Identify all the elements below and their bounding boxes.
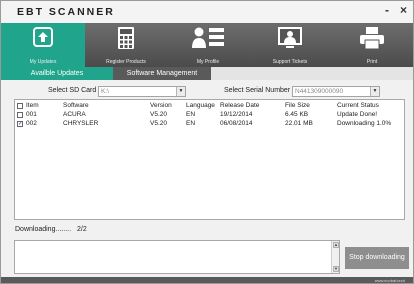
cell-status: Update Done! [337,111,378,118]
log-scrollbar[interactable]: ▲ ▼ [331,241,339,273]
sd-card-select[interactable]: K:\ ▼ [98,86,186,97]
col-language[interactable]: Language [186,102,215,110]
upload-box-icon [33,27,53,47]
cell-software: ACURA [63,111,86,118]
col-software[interactable]: Software [63,102,89,110]
col-item[interactable]: Item [26,102,39,110]
app-title: EBT SCANNER [17,6,115,18]
title-bar: EBT SCANNER - × [1,1,413,23]
main-nav: My Updates Register Products My Profile … [1,23,413,67]
cell-file-size: 6.45 KB [285,111,309,118]
serial-number-value: N441309000090 [295,88,344,95]
nav-label: Register Products [106,59,146,65]
tab-software-management[interactable]: Software Management [113,67,211,80]
sd-card-label: Select SD Card [48,87,97,94]
tab-available-updates[interactable]: Availble Updates [1,67,113,80]
table-row[interactable]: 001 ACURA V5.20 EN 19/12/2014 6.45 KB Up… [15,111,404,119]
cell-release-date: 19/12/2014 [220,111,253,118]
nav-support-tickets[interactable]: Support Tickets [249,23,331,67]
nav-label: My Profile [196,59,220,65]
col-version[interactable]: Version [150,102,172,110]
footer-url: www.ecobat.tech [374,278,405,283]
log-textarea[interactable]: ▲ ▼ [14,240,340,274]
cell-file-size: 22.01 MB [285,120,313,127]
col-release-date[interactable]: Release Date [220,102,259,110]
nav-label: Support Tickets [272,59,308,65]
nav-label: My Updates [29,59,57,65]
row-checkbox-checked[interactable]: ✓ [17,121,23,127]
cell-software: CHRYSLER [63,120,99,127]
sd-card-value: K:\ [101,88,109,95]
cell-release-date: 06/08/2014 [220,120,253,127]
select-all-checkbox[interactable] [17,103,23,109]
col-current-status[interactable]: Current Status [337,102,379,110]
nav-register-products[interactable]: Register Products [85,23,167,67]
serial-number-select[interactable]: N441309000090 ▼ [292,86,380,97]
close-button[interactable]: × [400,3,407,17]
chevron-down-icon[interactable]: ▼ [370,87,379,96]
cell-item: 002 [26,120,37,127]
nav-my-updates[interactable]: My Updates [1,23,85,67]
stop-downloading-button[interactable]: Stop downloading [345,247,409,269]
support-monitor-icon [278,27,302,48]
printer-icon [360,27,384,50]
cell-language: EN [186,111,196,118]
nav-label: Print [366,59,378,65]
calculator-icon [118,27,134,49]
download-label: Downloading........ [15,226,72,233]
scroll-down-icon[interactable]: ▼ [333,266,339,272]
updates-table: Item Software Version Language Release D… [14,99,405,220]
nav-print[interactable]: Print [331,23,413,67]
minimize-button[interactable]: - [385,3,389,17]
cell-language: EN [186,120,196,127]
cell-item: 001 [26,111,37,118]
nav-my-profile[interactable]: My Profile [167,23,249,67]
cell-version: V5.20 [150,111,167,118]
col-file-size[interactable]: File Size [285,102,310,110]
app-window: EBT SCANNER - × My Updates Register Prod… [0,0,414,284]
profile-card-icon [192,27,224,48]
scroll-up-icon[interactable]: ▲ [333,242,339,248]
table-header: Item Software Version Language Release D… [15,102,404,110]
table-row[interactable]: ✓ 002 CHRYSLER V5.20 EN 06/08/2014 22.01… [15,120,404,128]
row-checkbox[interactable] [17,112,23,118]
cell-status: Downloading 1.0% [337,120,392,127]
download-status: Downloading........ 2/2 [15,226,87,233]
status-bar [1,277,413,283]
sub-tabs: Availble Updates Software Management [1,67,413,80]
cell-version: V5.20 [150,120,167,127]
chevron-down-icon[interactable]: ▼ [176,87,185,96]
download-count: 2/2 [76,226,87,233]
serial-number-label: Select Serial Number [224,87,291,94]
